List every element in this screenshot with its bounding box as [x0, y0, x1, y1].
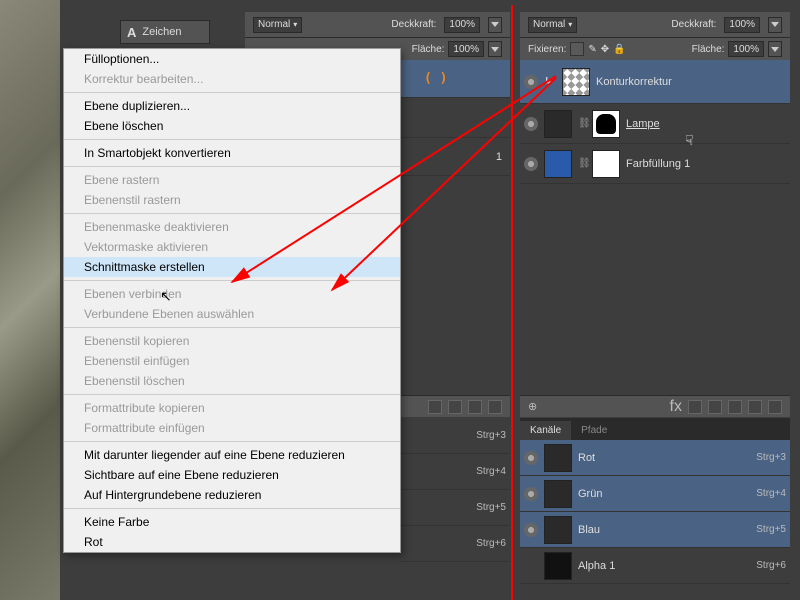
menu-item-duplicate-layer[interactable]: Ebene duplizieren... — [64, 96, 400, 116]
fill-dropdown-button[interactable] — [488, 41, 502, 57]
layer-thumbnail[interactable] — [562, 68, 590, 96]
channel-row[interactable]: Strg+6 — [400, 526, 510, 562]
layers-bottom-toolbar: ⊕ fx — [520, 395, 790, 417]
channels-panel-right: Kanäle Pfade RotStrg+3 GrünStrg+4 BlauSt… — [520, 418, 790, 584]
opacity-dropdown-button[interactable] — [768, 17, 782, 33]
add-mask-icon[interactable] — [428, 400, 442, 414]
menu-item-paste-layerstyle: Ebenenstil einfügen — [64, 351, 400, 371]
layers-sub-header-right: Fixieren: ✎ ✥ 🔒 Fläche: 100% — [520, 38, 790, 60]
visibility-toggle-icon[interactable] — [524, 523, 538, 537]
lock-label: Fixieren: — [528, 44, 566, 55]
layer-thumbnail[interactable] — [544, 150, 572, 178]
channel-thumbnail — [544, 480, 572, 508]
channels-panel-left: Strg+3 Strg+4 Strg+5 Strg+6 — [400, 418, 510, 562]
new-layer-icon[interactable] — [748, 400, 762, 414]
menu-item-edit-adjustment: Korrektur bearbeiten... — [64, 69, 400, 89]
hand-cursor-icon: ☟ — [685, 132, 694, 149]
new-layer-icon[interactable] — [468, 400, 482, 414]
layers-list-left: ( ) 1 — [400, 60, 510, 400]
fill-value[interactable]: 100% — [728, 41, 764, 57]
menu-item-delete-layer[interactable]: Ebene löschen — [64, 116, 400, 136]
channel-thumbnail — [544, 516, 572, 544]
layers-list-right: ↳ Konturkorrektur ⛓ Lampe ⛓ Farbfüllung … — [520, 60, 790, 393]
layer-name: Konturkorrektur — [596, 76, 672, 88]
menu-item-merge-visible[interactable]: Sichtbare auf eine Ebene reduzieren — [64, 465, 400, 485]
menu-item-rasterize-style: Ebenenstil rastern — [64, 190, 400, 210]
layer-name: Farbfüllung 1 — [626, 158, 690, 170]
panel-label: Zeichen — [142, 26, 181, 38]
blend-mode-dropdown[interactable]: Normal▾ — [253, 17, 302, 33]
channel-row[interactable]: Strg+4 — [400, 454, 510, 490]
layers-bottom-toolbar — [400, 395, 510, 417]
channel-row[interactable]: Strg+3 — [400, 418, 510, 454]
mask-thumbnail[interactable] — [592, 150, 620, 178]
visibility-toggle-icon[interactable] — [524, 451, 538, 465]
menu-item-disable-layermask: Ebenenmaske deaktivieren — [64, 217, 400, 237]
menu-item-no-color[interactable]: Keine Farbe — [64, 512, 400, 532]
menu-item-link-layers: Ebenen verbinden — [64, 284, 400, 304]
fill-label: Fläche: — [412, 44, 445, 55]
lock-transparency-icon[interactable] — [570, 42, 584, 56]
type-icon: A — [127, 25, 136, 40]
layer-row[interactable]: ⛓ Farbfüllung 1 — [520, 144, 790, 184]
menu-item-flatten[interactable]: Auf Hintergrundebene reduzieren — [64, 485, 400, 505]
opacity-label: Deckkraft: — [391, 19, 436, 30]
add-mask-icon[interactable] — [688, 400, 702, 414]
character-panel-tab[interactable]: A Zeichen — [120, 20, 210, 44]
tab-paths[interactable]: Pfade — [571, 421, 617, 440]
menu-item-create-clippingmask[interactable]: Schnittmaske erstellen — [64, 257, 400, 277]
channel-row[interactable]: RotStrg+3 — [520, 440, 790, 476]
tab-channels[interactable]: Kanäle — [520, 421, 571, 440]
menu-item-fill-options[interactable]: Fülloptionen... — [64, 49, 400, 69]
layer-row[interactable] — [400, 98, 510, 138]
channel-thumbnail — [544, 552, 572, 580]
layers-panel-header-right: Normal▾ Deckkraft: 100% — [520, 12, 790, 38]
blend-mode-dropdown[interactable]: Normal▾ — [528, 17, 577, 33]
visibility-toggle-icon[interactable] — [524, 157, 538, 171]
menu-item-select-linked: Verbundene Ebenen auswählen — [64, 304, 400, 324]
trash-icon[interactable] — [488, 400, 502, 414]
menu-item-convert-smartobject[interactable]: In Smartobjekt konvertieren — [64, 143, 400, 163]
layer-name: Lampe — [626, 118, 660, 130]
fill-value[interactable]: 100% — [448, 41, 484, 57]
menu-item-red[interactable]: Rot — [64, 532, 400, 552]
channel-row[interactable]: BlauStrg+5 — [520, 512, 790, 548]
link-icon: ⛓ — [578, 118, 586, 130]
menu-item-enable-vectormask: Vektormaske aktivieren — [64, 237, 400, 257]
menu-item-copy-shapeattributes: Formattribute kopieren — [64, 398, 400, 418]
menu-item-clear-layerstyle: Ebenenstil löschen — [64, 371, 400, 391]
channel-row[interactable]: Alpha 1Strg+6 — [520, 548, 790, 584]
visibility-toggle-icon[interactable] — [524, 75, 538, 89]
menu-item-merge-down[interactable]: Mit darunter liegender auf eine Ebene re… — [64, 445, 400, 465]
opacity-dropdown-button[interactable] — [488, 17, 502, 33]
new-folder-icon[interactable] — [728, 400, 742, 414]
channel-thumbnail — [544, 444, 572, 472]
opacity-value[interactable]: 100% — [724, 17, 760, 33]
opacity-label: Deckkraft: — [671, 19, 716, 30]
link-icon: ⛓ — [578, 158, 586, 170]
layers-panel-header-left: Normal▾ Deckkraft: 100% — [245, 12, 510, 38]
menu-item-rasterize-layer: Ebene rastern — [64, 170, 400, 190]
parentheses-icon: ( ) — [404, 71, 447, 86]
layer-row[interactable]: ↳ Konturkorrektur — [520, 60, 790, 104]
channel-row[interactable]: Strg+5 — [400, 490, 510, 526]
channel-row[interactable]: GrünStrg+4 — [520, 476, 790, 512]
visibility-toggle-icon[interactable] — [524, 487, 538, 501]
layer-thumbnail[interactable] — [544, 110, 572, 138]
fill-label: Fläche: — [692, 44, 725, 55]
layer-context-menu: Fülloptionen... Korrektur bearbeiten... … — [63, 48, 401, 553]
layer-row[interactable]: 1 — [400, 138, 510, 176]
canvas-background — [0, 0, 60, 600]
visibility-toggle-icon[interactable] — [524, 117, 538, 131]
layer-row[interactable]: ( ) — [400, 60, 510, 98]
opacity-value[interactable]: 100% — [444, 17, 480, 33]
layer-row[interactable]: ⛓ Lampe — [520, 104, 790, 144]
trash-icon[interactable] — [768, 400, 782, 414]
menu-item-copy-layerstyle: Ebenenstil kopieren — [64, 331, 400, 351]
fill-dropdown-button[interactable] — [768, 41, 782, 57]
menu-item-paste-shapeattributes: Formattribute einfügen — [64, 418, 400, 438]
adjustment-icon[interactable] — [708, 400, 722, 414]
new-folder-icon[interactable] — [448, 400, 462, 414]
